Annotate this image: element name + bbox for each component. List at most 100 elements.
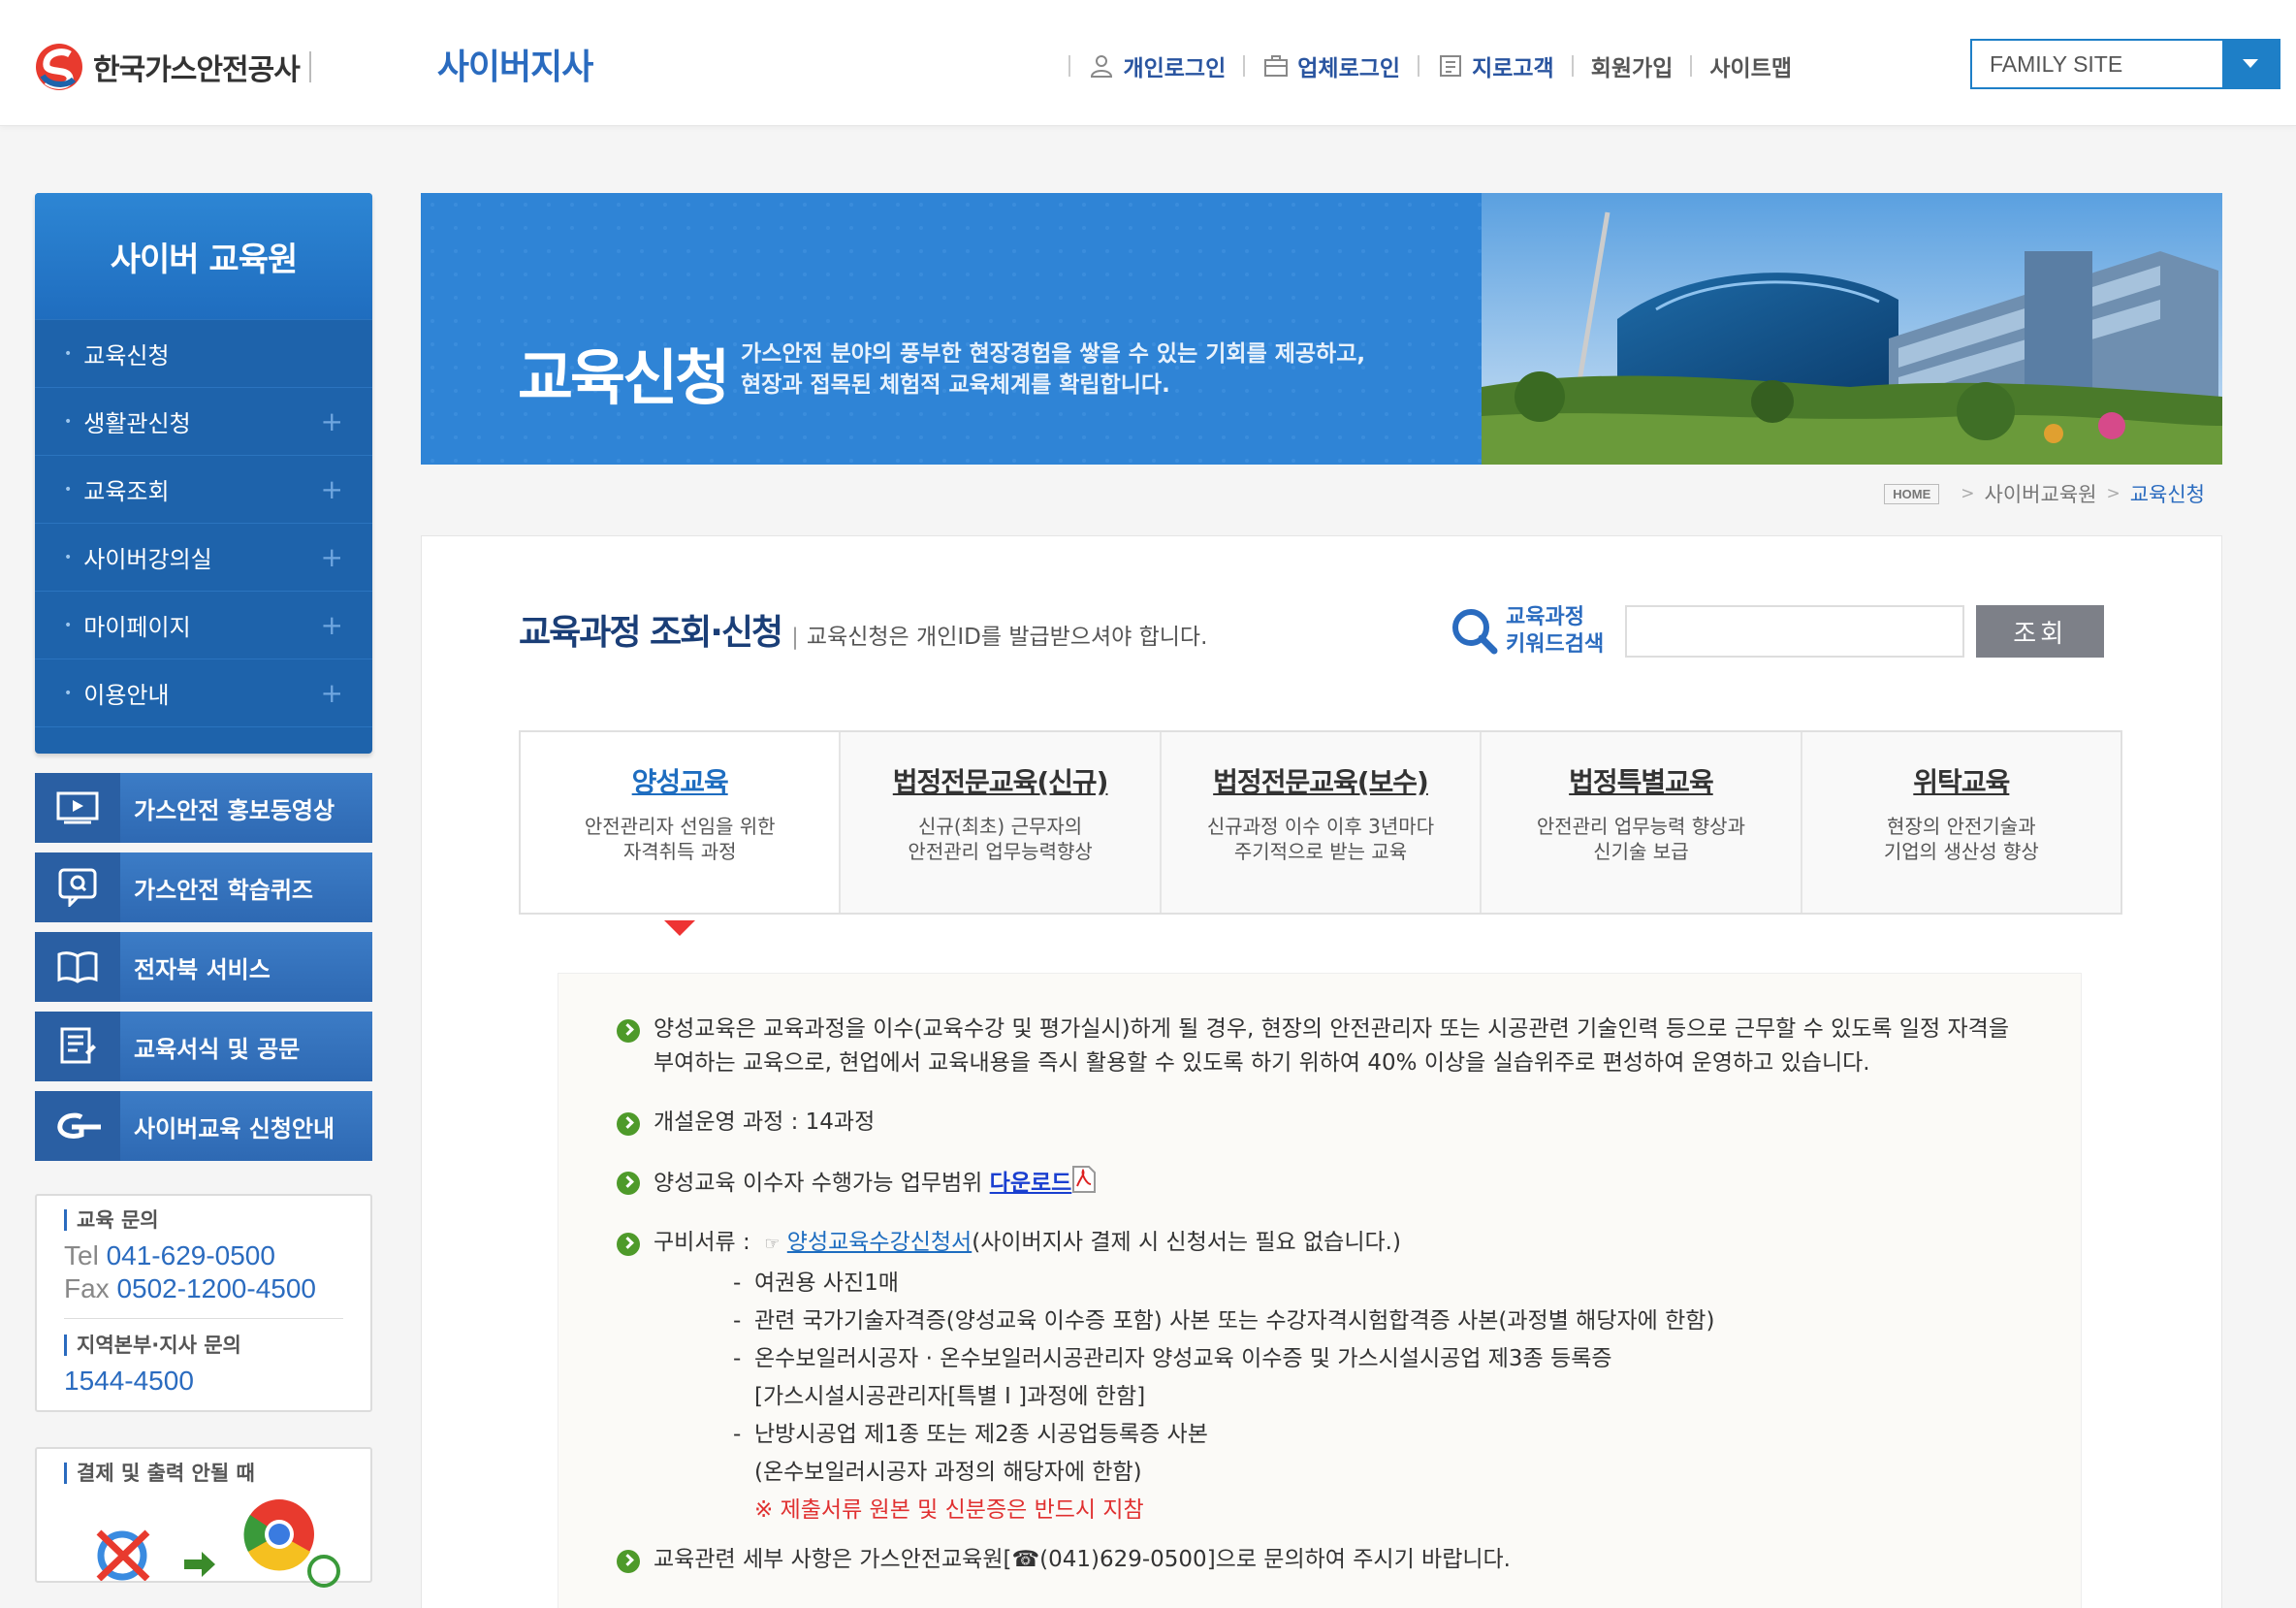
pointing-hand-icon: ☞: [764, 1234, 781, 1254]
region-tel: 1544-4500: [64, 1366, 194, 1396]
sidebar-title: 사이버 교육원: [35, 193, 372, 319]
keyword-label: 교육과정 키워드검색: [1506, 605, 1605, 657]
kgs-logo-icon: [36, 44, 82, 90]
logo-divider: [308, 51, 311, 82]
detail-scope: 양성교육 이수자 수행가능 업무범위 다운로드: [617, 1165, 2023, 1201]
keyword-search: 교육과정 키워드검색 조회: [1450, 604, 2105, 659]
keyword-input[interactable]: [1625, 605, 1965, 658]
caret-down-icon: [2243, 59, 2258, 68]
search-button[interactable]: 조회: [1976, 605, 2105, 658]
family-site-value: FAMILY SITE: [1990, 50, 2123, 77]
document-icon: [35, 1012, 120, 1081]
breadcrumb-home[interactable]: HOME: [1884, 483, 1940, 504]
family-site-toggle[interactable]: [2222, 41, 2279, 87]
main-content: 교육과정 조회·신청 교육신청은 개인ID를 발급받으셔야 합니다. 교육과정 …: [421, 535, 2222, 1608]
check-icon: [617, 1019, 640, 1043]
quiz-icon: [35, 852, 120, 922]
plus-icon: +: [320, 609, 343, 641]
arrow-right-icon: [184, 1552, 215, 1577]
breadcrumb-level1[interactable]: 사이버교육원: [1985, 479, 2097, 508]
doc-item: - 관련 국가기술자격증(양성교육 이수증 포함) 사본 또는 수강자격시험합격증…: [733, 1308, 1715, 1334]
tab-training[interactable]: 양성교육 안전관리자 선임을 위한 자격취득 과정: [521, 732, 842, 936]
g-logo-icon: [35, 1091, 120, 1161]
plus-icon: +: [320, 473, 343, 505]
banner-title: 교육신청: [518, 342, 730, 413]
sidebar-item-cyber-class[interactable]: • 사이버강의실 +: [35, 523, 372, 591]
family-site-select[interactable]: FAMILY SITE: [1970, 39, 2280, 89]
contact-box: 교육 문의 Tel 041-629-0500 Fax 0502-1200-450…: [35, 1194, 372, 1412]
sitemap-link[interactable]: 사이트맵: [1709, 49, 1792, 82]
check-icon: [617, 1172, 640, 1195]
video-icon: [35, 773, 120, 843]
pdf-icon[interactable]: [1071, 1165, 1097, 1194]
course-detail: 양성교육은 교육과정을 이수(교육수강 및 평가실시)하게 될 경우, 현장의 …: [558, 973, 2082, 1608]
quiz-button[interactable]: 가스안전 학습퀴즈: [35, 852, 372, 922]
detail-documents: 구비서류 : ☞ 양성교육수강신청서(사이버지사 결제 시 신청서는 필요 없습…: [617, 1226, 2023, 1261]
detail-inquiry: 교육관련 세부 사항은 가스안전교육원[☎(041)629-0500]으로 문의…: [617, 1543, 2023, 1577]
top-nav: 개인로그인 업체로그인 지로고객 회원가입 사이트맵: [1051, 47, 1792, 85]
section-heading: 교육과정 조회·신청 교육신청은 개인ID를 발급받으셔야 합니다.: [519, 604, 1207, 655]
breadcrumb-current: 교육신청: [2129, 483, 2205, 506]
briefcase-icon: [1264, 55, 1289, 77]
tab-legal-new[interactable]: 법정전문교육(신규) 신규(최초) 근무자의 안전관리 업무능력향상: [841, 732, 1162, 913]
check-icon: [617, 1550, 640, 1573]
check-icon: [617, 1233, 640, 1256]
plus-icon: +: [320, 677, 343, 709]
site-header: 한국가스안전공사 사이버지사 개인로그인 업체로그인 지로고객 회원가입 사이트…: [0, 0, 2296, 126]
signup-link[interactable]: 회원가입: [1591, 49, 1674, 82]
sidebar-item-guide[interactable]: • 이용안내 +: [35, 659, 372, 726]
sidebar-item-edu-apply[interactable]: • 교육신청: [35, 319, 372, 387]
edu-contact-title: 교육 문의: [64, 1209, 343, 1231]
personal-login-link[interactable]: 개인로그인: [1088, 49, 1226, 82]
section-note: 교육신청은 개인ID를 발급받으셔야 합니다.: [791, 618, 1207, 651]
bill-icon: [1440, 55, 1462, 77]
check-icon: [617, 1112, 640, 1136]
campus-building-image: [1482, 193, 2222, 465]
plus-icon: +: [320, 405, 343, 437]
sidebar-item-edu-inquiry[interactable]: • 교육조회 +: [35, 455, 372, 523]
tab-legal-special[interactable]: 법정특별교육 안전관리 업무능력 향상과 신기술 보급: [1482, 732, 1802, 913]
doc-item-continued: [가스시설시공관리자[특별 I ]과정에 한함]: [754, 1384, 1146, 1409]
forms-button[interactable]: 교육서식 및 공문: [35, 1012, 372, 1081]
cyber-edu-guide-button[interactable]: 사이버교육 신청안내: [35, 1091, 372, 1161]
edu-tel: Tel 041-629-0500: [64, 1240, 275, 1270]
active-tab-indicator: [664, 920, 696, 936]
tab-legal-refresh[interactable]: 법정전문교육(보수) 신규과정 이수 이후 3년마다 주기적으로 받는 교육: [1161, 732, 1483, 913]
tab-consignment[interactable]: 위탁교육 현장의 안전기술과 기업의 생산성 향상: [1802, 732, 2121, 913]
doc-item: - 여권용 사진1매: [733, 1270, 899, 1296]
ebook-button[interactable]: 전자북 서비스: [35, 932, 372, 1002]
banner-description: 가스안전 분야의 풍부한 현장경험을 쌓을 수 있는 기회를 제공하고, 현장과…: [741, 341, 1366, 398]
site-logo[interactable]: 한국가스안전공사 사이버지사: [33, 41, 594, 93]
page-banner: 교육신청 가스안전 분야의 풍부한 현장경험을 쌓을 수 있는 기회를 제공하고…: [421, 193, 2222, 465]
org-name: 한국가스안전공사: [93, 53, 301, 87]
plus-icon: +: [320, 541, 343, 573]
circle-icon: [307, 1555, 340, 1588]
sidebar-item-dormitory[interactable]: • 생활관신청 +: [35, 387, 372, 455]
quick-links: 가스안전 홍보동영상 가스안전 학습퀴즈 전자북 서비스 교육서식 및 공문 사…: [35, 773, 372, 1161]
section-title: 교육과정 조회·신청: [519, 613, 783, 653]
course-tabs: 양성교육 안전관리자 선임을 위한 자격취득 과정 법정전문교육(신규) 신규(최…: [519, 730, 2122, 936]
warning-note: ※ 제출서류 원본 및 신분증은 반드시 지참: [754, 1497, 1144, 1523]
user-icon: [1091, 55, 1113, 78]
detail-course-count: 개설운영 과정 : 14과정: [617, 1106, 2023, 1140]
promo-video-button[interactable]: 가스안전 홍보동영상: [35, 773, 372, 843]
breadcrumb: HOME > 사이버교육원 > 교육신청: [1884, 479, 2205, 508]
detail-intro: 양성교육은 교육과정을 이수(교육수강 및 평가실시)하게 될 경우, 현장의 …: [617, 1013, 2023, 1080]
sidebar-item-mypage[interactable]: • 마이페이지 +: [35, 591, 372, 659]
application-form-link[interactable]: 양성교육수강신청서: [787, 1230, 972, 1255]
magnifier-icon: [1452, 609, 1498, 655]
edu-fax: Fax 0502-1200-4500: [64, 1273, 316, 1303]
sidebar: 사이버 교육원 • 교육신청 • 생활관신청 + • 교육조회 + • 사이버강의실 + • 마…: [35, 193, 372, 1588]
print-help-box[interactable]: 결제 및 출력 안될 때: [35, 1447, 372, 1588]
book-icon: [35, 932, 120, 1002]
business-login-link[interactable]: 업체로그인: [1262, 49, 1400, 82]
lnb-menu: 사이버 교육원 • 교육신청 • 생활관신청 + • 교육조회 + • 사이버강의실 + • 마…: [35, 193, 372, 754]
doc-item-continued: (온수보일러시공자 과정의 해당자에 한함): [754, 1460, 1142, 1485]
print-help-title: 결제 및 출력 안될 때: [64, 1463, 343, 1484]
doc-item: - 온수보일러시공자 · 온수보일러시공관리자 양성교육 이수증 및 가스시설시공…: [733, 1346, 1612, 1371]
download-link[interactable]: 다운로드: [990, 1171, 1072, 1196]
doc-item: - 난방시공업 제1종 또는 제2종 시공업등록증 사본: [733, 1422, 1208, 1447]
site-name: 사이버지사: [436, 47, 594, 87]
giro-customer-link[interactable]: 지로고객: [1437, 49, 1554, 82]
region-contact-title: 지역본부·지사 문의: [64, 1335, 343, 1356]
